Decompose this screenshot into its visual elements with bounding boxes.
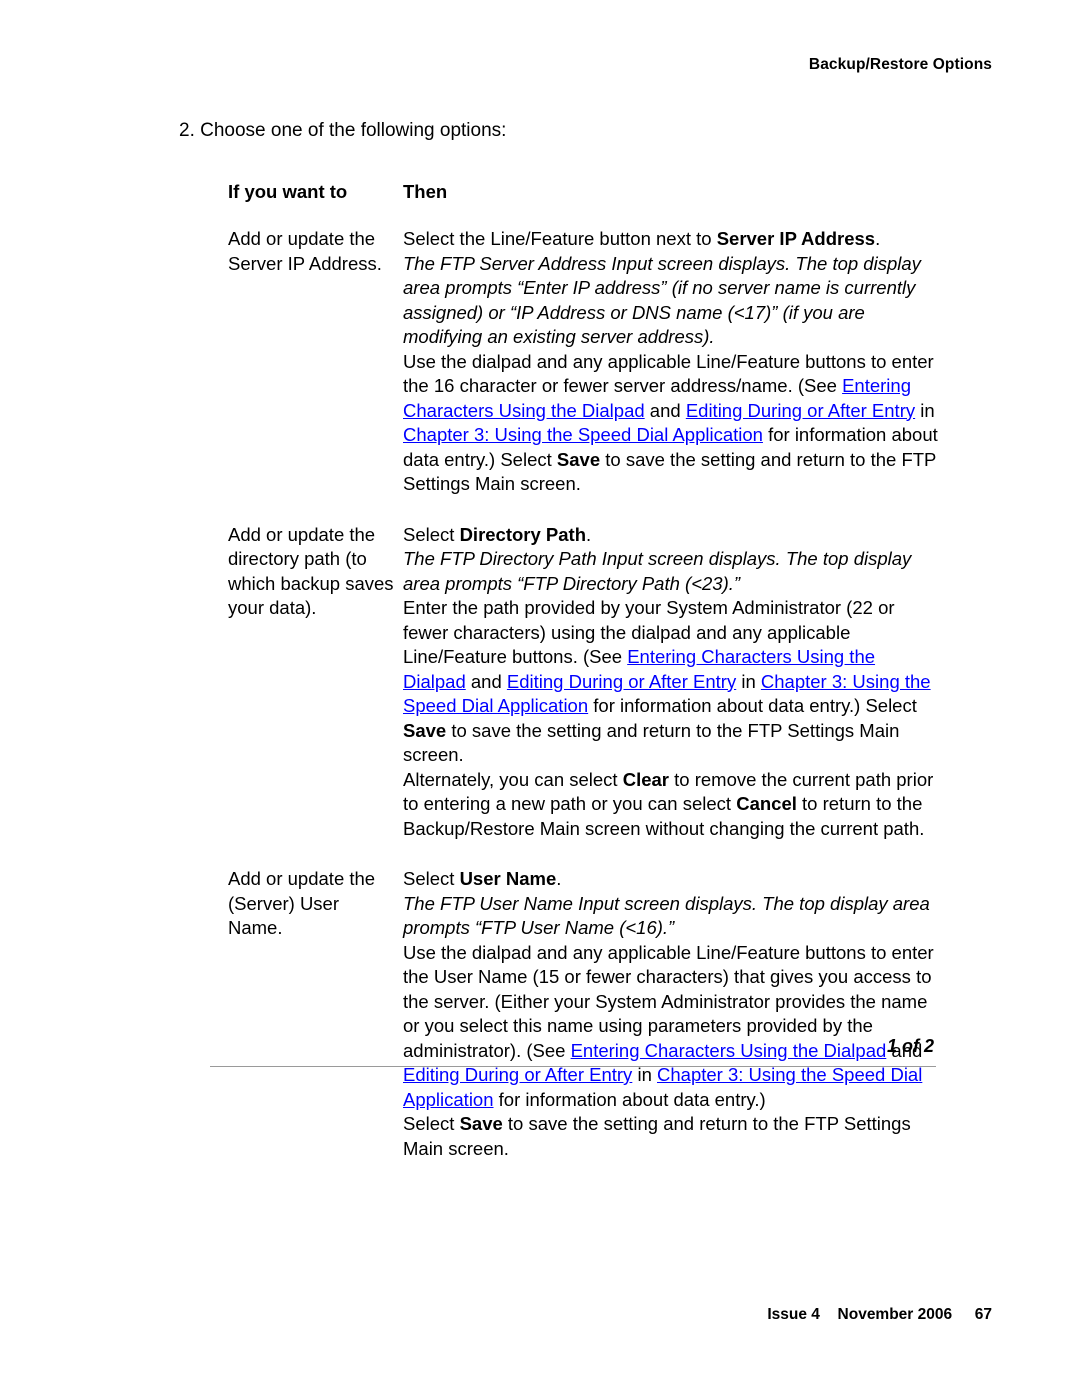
text-run: The FTP Directory Path Input screen disp… — [403, 548, 912, 594]
emphasis-bold: Directory Path — [459, 523, 587, 545]
table-footer: 1 of 2 — [210, 1036, 936, 1067]
table-bottom-rule — [210, 1066, 936, 1067]
text-run: in — [736, 670, 761, 692]
cell-if-you-want-to: Add or update the directory path (to whi… — [228, 523, 403, 621]
table-header-row: If you want to Then — [228, 180, 938, 204]
document-page: Backup/Restore Options 2. Choose one of … — [0, 0, 1080, 1397]
cell-if-text: Add or update the (Server) User Name. — [228, 868, 376, 938]
procedure-step-text: 2. Choose one of the following options: — [179, 120, 507, 141]
cell-paragraph: The FTP Directory Path Input screen disp… — [403, 547, 938, 596]
emphasis-bold: Server IP Address — [716, 228, 876, 249]
cross-reference-link[interactable]: Editing During or After Entry — [507, 671, 736, 692]
emphasis-bold: Cancel — [736, 793, 797, 814]
text-run: for information about data entry.) — [493, 1088, 766, 1110]
footer-page-number: 67 — [974, 1306, 992, 1323]
table-row: Add or update the directory path (to whi… — [228, 523, 938, 842]
emphasis-bold: User Name — [459, 868, 557, 889]
emphasis-bold: Save — [556, 448, 601, 470]
cell-paragraph: Select the Line/Feature button next to S… — [403, 227, 938, 252]
text-run: in — [632, 1064, 657, 1085]
footer-issue: Issue 4 — [767, 1306, 820, 1323]
table-row: Add or update the Server IP Address. Sele… — [228, 227, 938, 497]
emphasis-bold: Clear — [622, 768, 669, 790]
cell-paragraph: Use the dialpad and any applicable Line/… — [403, 350, 938, 497]
footer-date: November 2006 — [837, 1306, 953, 1323]
emphasis-bold: Save — [459, 1113, 503, 1134]
cell-paragraph: Select User Name. — [403, 867, 938, 892]
cell-if-text: Add or update the Server IP Address. — [228, 228, 382, 274]
text-run: Select — [403, 523, 460, 545]
table-body: Add or update the Server IP Address. Sele… — [228, 227, 938, 1161]
cell-then: Select the Line/Feature button next to S… — [403, 227, 938, 497]
cell-paragraph: Enter the path provided by your System A… — [403, 596, 938, 768]
table-row: Add or update the (Server) User Name. Sel… — [228, 867, 938, 1161]
cell-paragraph: The FTP Server Address Input screen disp… — [403, 252, 938, 350]
cell-then: Select Directory Path. The FTP Directory … — [403, 523, 938, 842]
cell-paragraph: The FTP User Name Input screen displays.… — [403, 892, 938, 941]
text-run: . — [556, 868, 562, 889]
cell-paragraph: Alternately, you can select Clear to rem… — [403, 768, 938, 842]
cell-paragraph: Select Directory Path. — [403, 523, 938, 548]
text-run: Select the Line/Feature button next to — [403, 228, 717, 249]
text-run: in — [915, 399, 935, 421]
text-run: and — [644, 399, 686, 421]
page-footer: Issue 4 November 2006 67 — [0, 1306, 992, 1324]
column-header-then: Then — [403, 181, 448, 202]
sheet-count-label: 1 of 2 — [886, 1036, 934, 1056]
cell-if-you-want-to: Add or update the (Server) User Name. — [228, 867, 403, 941]
cell-paragraph: Use the dialpad and any applicable Line/… — [403, 941, 938, 1113]
text-run: . — [586, 523, 592, 545]
text-run: The FTP User Name Input screen displays.… — [403, 892, 930, 939]
column-header-if-you-want-to: If you want to — [228, 181, 348, 202]
cross-reference-link[interactable]: Chapter 3: Using the Speed Dial Applicat… — [403, 424, 763, 445]
text-run: and — [465, 670, 507, 692]
text-run: The FTP Server Address Input screen disp… — [403, 252, 921, 348]
running-header-title: Backup/Restore Options — [808, 56, 992, 73]
text-run: for information about data entry.) Selec… — [588, 695, 917, 716]
cell-if-you-want-to: Add or update the Server IP Address. — [228, 227, 403, 276]
text-run: Alternately, you can select — [403, 768, 623, 790]
text-run: . — [875, 228, 881, 249]
text-run: Select — [403, 868, 460, 889]
cell-then: Select User Name. The FTP User Name Input… — [403, 867, 938, 1161]
cell-paragraph: Select Save to save the setting and retu… — [403, 1112, 938, 1161]
cross-reference-link[interactable]: Editing During or After Entry — [686, 400, 915, 421]
emphasis-bold: Save — [403, 719, 447, 741]
cross-reference-link[interactable]: Editing During or After Entry — [403, 1064, 632, 1085]
cell-if-text: Add or update the directory path (to whi… — [228, 523, 394, 619]
text-run: to save the setting and return to the FT… — [403, 719, 900, 766]
text-run: Select — [403, 1113, 460, 1134]
